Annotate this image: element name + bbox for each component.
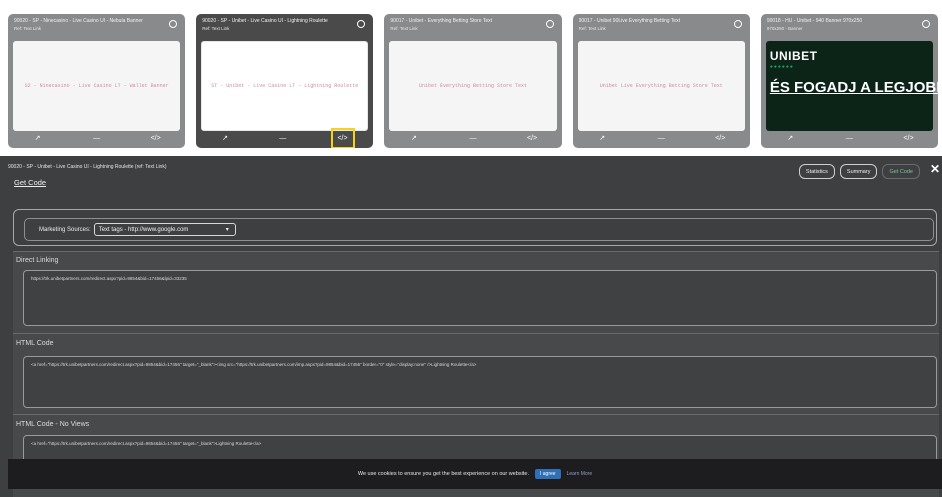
dash-icon[interactable]: — [841, 132, 857, 144]
card-preview: S2 - Ninecasino - Live Casino LT - Walle… [13, 41, 181, 131]
marketing-sources-row: Marketing Sources: Text tags - http://ww… [24, 218, 934, 241]
dash-icon[interactable]: — [89, 132, 105, 144]
banner-headline: ÉS FOGADJ A LEGJOBB [769, 79, 939, 96]
unibet-logo: UNIBET [769, 49, 818, 63]
card-subtitle: Ref: Text Link [14, 26, 42, 31]
preview-text: Unibet Everything Betting Store Text [418, 83, 528, 89]
creative-card[interactable]: 90017 - Unibet 90Live Everything Betting… [572, 14, 750, 148]
card-actions: ↗ — </> [573, 131, 750, 145]
card-title: 90018 - HU - Unibet - 940 Banner 970x250 [766, 18, 863, 24]
creative-card-selected[interactable]: 90020 - SP - Unibet - Live Casino UI - L… [196, 14, 374, 148]
settings-icon[interactable] [545, 20, 554, 28]
dash-icon[interactable]: — [653, 132, 669, 144]
get-code-panel: 90020 - SP - Unibet - Live Casino UI - L… [0, 156, 942, 497]
section-label: HTML Code - No Views [16, 421, 90, 428]
card-subtitle: Ref: Text Link [390, 26, 418, 31]
panel-title: 90020 - SP - Unibet - Live Casino UI - L… [8, 164, 167, 170]
creative-card[interactable]: 90017 - Unibet - Everything Betting Stor… [384, 14, 562, 148]
code-icon[interactable]: </> [524, 132, 540, 144]
card-header: 90020 - SP - Unibet - Live Casino UI - L… [196, 14, 373, 42]
banner-preview: UNIBET ●●●●●● ÉS FOGADJ A LEGJOBB [765, 41, 938, 131]
card-preview: ST - Unibet - Live Casino LT - Lightning… [201, 41, 369, 131]
card-actions: ↗ — </> [196, 127, 373, 148]
card-subtitle: Ref: Text Link [578, 26, 606, 31]
close-icon[interactable]: ✕ [930, 162, 940, 176]
settings-icon[interactable] [922, 20, 931, 28]
stats-icon[interactable]: ↗ [782, 132, 798, 144]
marketing-sources-select[interactable]: Text tags - http://www.google.com ▾ [93, 223, 236, 236]
stats-icon[interactable]: ↗ [30, 132, 46, 144]
learn-more-link[interactable]: Learn More [567, 471, 593, 477]
marketing-sources-label: Marketing Sources: [39, 226, 91, 233]
creative-card[interactable]: 90018 - HU - Unibet - 940 Banner 970x250… [760, 14, 939, 148]
get-code-button[interactable]: Get Code [882, 164, 920, 179]
html-code-section: HTML Code <a href="https://trk.unibetpar… [13, 333, 939, 415]
card-preview: Unibet Everything Betting Store Text [389, 41, 557, 131]
code-icon[interactable]: </> [900, 132, 916, 144]
stats-icon[interactable]: ↗ [406, 132, 422, 144]
marketing-sources-box: Marketing Sources: Text tags - http://ww… [13, 209, 937, 246]
cookie-banner: We use cookies to ensure you get the bes… [8, 459, 942, 489]
card-header: 90017 - Unibet - Everything Betting Stor… [384, 14, 561, 42]
section-label: HTML Code [16, 340, 54, 347]
card-header: 90020 - SP - Ninecasino - Live Casino UI… [8, 14, 185, 42]
preview-text: S2 - Ninecasino - Live Casino LT - Walle… [24, 83, 169, 89]
chevron-down-icon: ▾ [225, 227, 229, 233]
preview-text: ST - Unibet - Live Casino LT - Lightning… [211, 83, 359, 89]
code-icon[interactable]: </> [712, 132, 728, 144]
card-title: 90017 - Unibet - Everything Betting Stor… [390, 18, 493, 24]
card-actions: ↗ — </> [8, 131, 185, 145]
card-actions: ↗ — </> [761, 131, 938, 145]
card-subtitle: 970x250 - Banner [766, 26, 803, 31]
card-subtitle: Ref: Text Link [202, 26, 230, 31]
card-title: 90020 - SP - Unibet - Live Casino UI - L… [202, 18, 328, 24]
code-icon[interactable]: </> [148, 132, 164, 144]
section-label: Direct Linking [16, 257, 59, 264]
preview-text: Unibet Live Everything Betting Store Tex… [599, 83, 723, 89]
card-header: 90017 - Unibet 90Live Everything Betting… [573, 14, 750, 42]
summary-button[interactable]: Summary [839, 164, 878, 179]
code-icon[interactable]: </> [330, 127, 355, 148]
panel-subtitle: Get Code [14, 178, 47, 187]
direct-linking-section: Direct Linking https://trk.unibetpartner… [13, 251, 939, 334]
settings-icon[interactable] [733, 20, 742, 28]
card-preview: Unibet Live Everything Betting Store Tex… [577, 41, 745, 131]
cookie-agree-button[interactable]: I agree [534, 469, 561, 479]
panel-buttons: Statistics Summary Get Code [798, 164, 920, 179]
html-code-box[interactable]: <a href="https://trk.unibetpartners.com/… [23, 356, 937, 408]
creative-card[interactable]: 90020 - SP - Ninecasino - Live Casino UI… [8, 14, 186, 148]
cookie-text: We use cookies to ensure you get the bes… [357, 471, 529, 477]
dash-icon[interactable]: — [465, 132, 481, 144]
stats-icon[interactable]: ↗ [594, 132, 610, 144]
card-header: 90018 - HU - Unibet - 940 Banner 970x250… [761, 14, 938, 42]
card-title: 90020 - SP - Ninecasino - Live Casino UI… [14, 18, 143, 24]
card-actions: ↗ — </> [384, 131, 561, 145]
direct-link-code[interactable]: https://trk.unibetpartners.com/redirect.… [23, 270, 937, 326]
statistics-button[interactable]: Statistics [798, 164, 835, 179]
card-title: 90017 - Unibet 90Live Everything Betting… [578, 18, 680, 24]
logo-dots: ●●●●●● [769, 64, 794, 70]
select-value: Text tags - http://www.google.com [98, 226, 189, 233]
stats-icon[interactable]: ↗ [217, 132, 233, 144]
creative-cards-row: 90020 - SP - Ninecasino - Live Casino UI… [8, 14, 939, 148]
dash-icon[interactable]: — [275, 132, 291, 144]
